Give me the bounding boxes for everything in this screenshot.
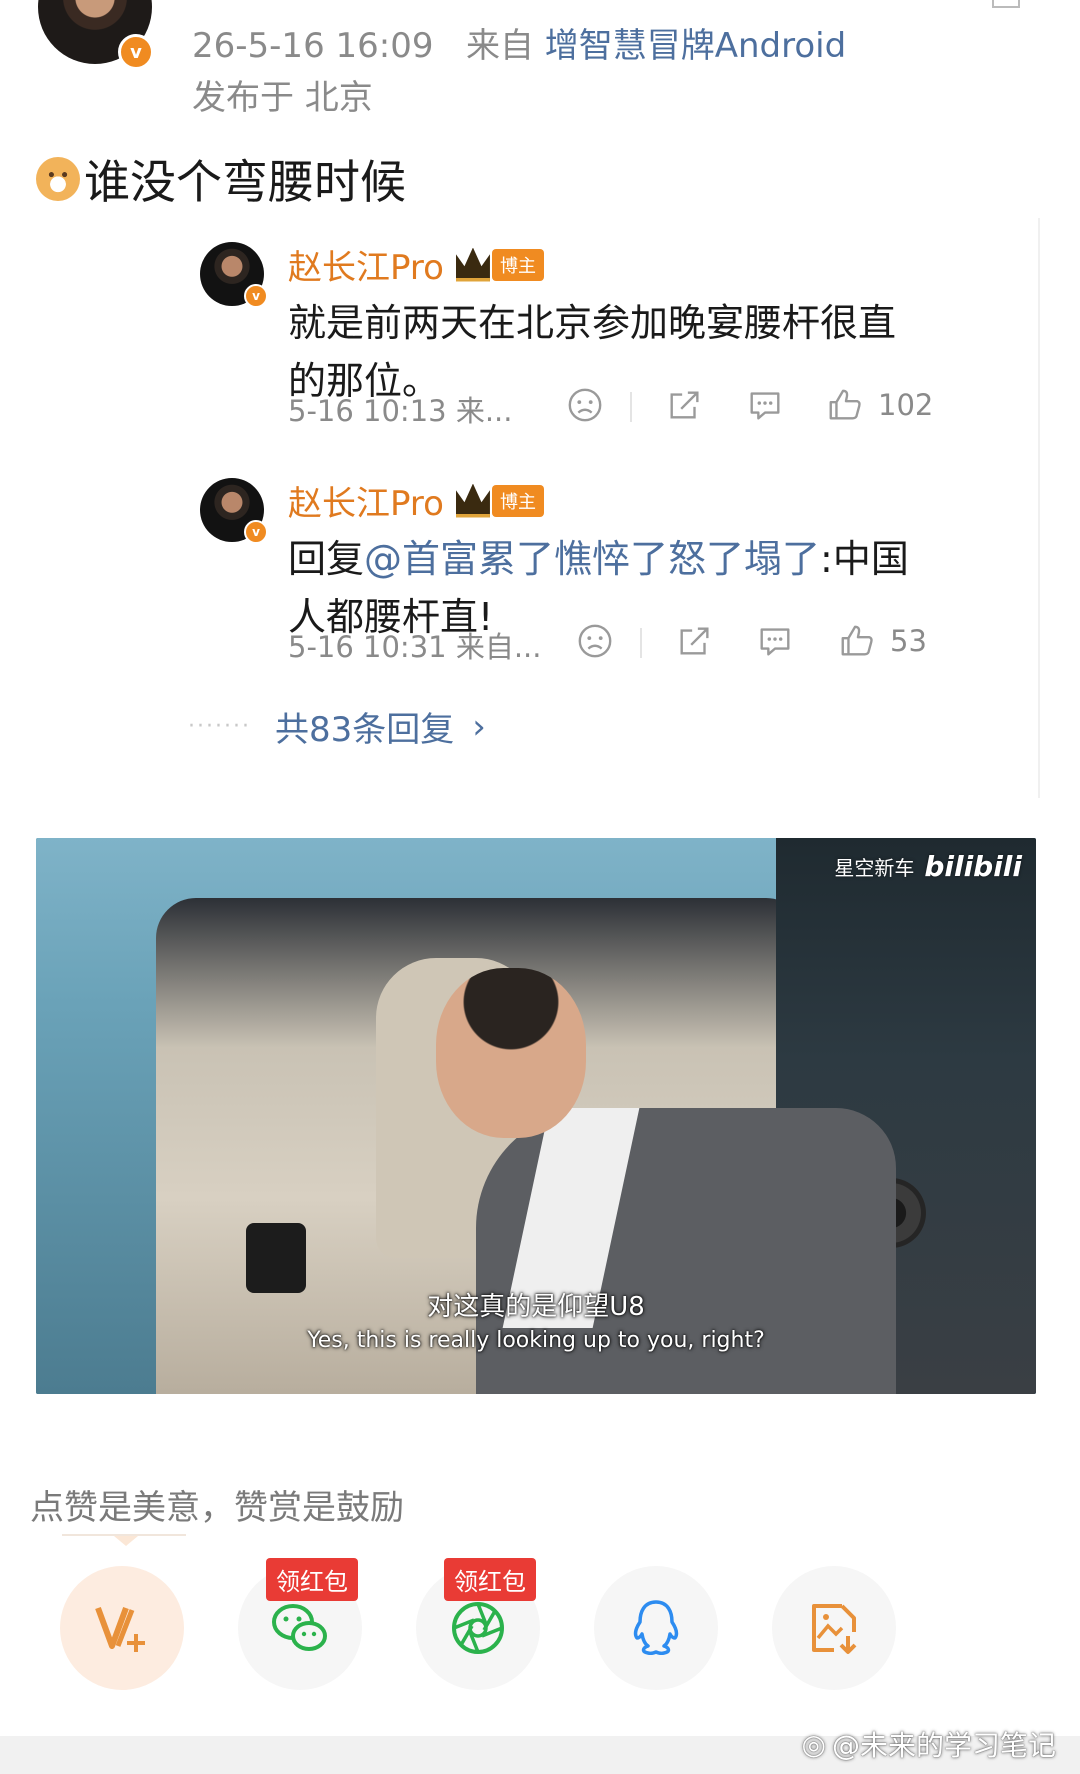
sad-face-icon[interactable] — [576, 622, 614, 660]
weibo-logo-icon: ◎ — [801, 1727, 826, 1761]
post-source-link[interactable]: 增智慧冒牌Android — [545, 26, 846, 66]
thumb-up-icon[interactable] — [838, 622, 876, 660]
post-location: 发布于 北京 — [192, 78, 373, 118]
commenter-name-row: 赵长江Pro 博主 — [288, 476, 544, 525]
comment-time: 5-16 10:31 来自... — [288, 630, 542, 664]
wechat-icon — [272, 1604, 327, 1651]
red-packet-tag: 领红包 — [266, 1558, 358, 1601]
post-text: 谁没个弯腰时候 — [84, 155, 406, 209]
poster-avatar[interactable]: v — [38, 0, 154, 70]
share-icon[interactable] — [666, 386, 704, 424]
weibo-watermark: ◎ @未来的学习笔记 — [802, 1724, 1056, 1764]
blogger-badge: 博主 — [491, 248, 544, 281]
reward-label: 点赞是美意，赞赏是鼓励 — [30, 1488, 404, 1528]
crown-icon — [455, 483, 490, 518]
subtitle-chinese: 对这真的是仰望U8 — [427, 1292, 645, 1322]
cat-emoji-icon — [36, 157, 80, 201]
like-count: 102 — [878, 388, 934, 422]
bookmark-icon[interactable] — [992, 0, 1020, 8]
save-image-button[interactable] — [772, 1566, 896, 1690]
qq-share-button[interactable] — [594, 1566, 718, 1690]
dots-divider: ······· — [188, 714, 251, 739]
bilibili-logo: bilibili — [924, 850, 1022, 883]
v-plus-icon — [95, 1606, 145, 1652]
commenter-avatar[interactable]: v — [200, 242, 268, 308]
post-meta: 26-5-16 16:09 来自 增智慧冒牌Android — [192, 18, 846, 67]
commenter-name[interactable]: 赵长江Pro — [288, 476, 444, 525]
commenter-name[interactable]: 赵长江Pro — [288, 240, 444, 289]
comment-icon[interactable] — [746, 386, 784, 424]
more-replies-link[interactable]: ······· 共83条回复 › — [188, 702, 486, 751]
video-watermark: 星空新车 bilibili — [834, 850, 1022, 883]
caret-icon — [114, 1536, 138, 1546]
reply-prefix: 回复 — [288, 537, 365, 581]
verified-badge-icon: v — [244, 520, 268, 544]
red-packet-tag: 领红包 — [444, 1558, 536, 1601]
comment-footer: 5-16 10:13 来... 102 — [288, 386, 988, 430]
post-image[interactable]: 星空新车 bilibili 对这真的是仰望U8 Yes, this is rea… — [36, 838, 1036, 1394]
post-body: 谁没个弯腰时候 — [36, 146, 406, 212]
mention-link[interactable]: @首富累了憔悴了怒了塌了 — [364, 537, 820, 581]
man-head — [436, 968, 586, 1138]
subtitle-english: Yes, this is really looking up to you, r… — [307, 1328, 765, 1353]
crown-icon — [455, 247, 490, 282]
verified-badge-icon: v — [244, 284, 268, 308]
comment-icon[interactable] — [756, 622, 794, 660]
like-count: 53 — [890, 624, 927, 658]
v-plus-button[interactable] — [60, 1566, 184, 1690]
qq-icon — [633, 1600, 679, 1656]
share-icon[interactable] — [676, 622, 714, 660]
chevron-right-icon: › — [472, 706, 486, 747]
commenter-avatar[interactable]: v — [200, 478, 268, 544]
save-image-icon — [812, 1604, 857, 1654]
moments-icon — [452, 1602, 504, 1654]
more-replies-label: 共83条回复 — [274, 710, 455, 750]
commenter-name-row: 赵长江Pro 博主 — [288, 240, 544, 289]
watermark-text: @未来的学习笔记 — [831, 1729, 1056, 1762]
thumb-up-icon[interactable] — [826, 386, 864, 424]
blogger-badge: 博主 — [491, 484, 544, 517]
comment-footer: 5-16 10:31 来自... 53 — [288, 622, 988, 666]
featured-comments: v 赵长江Pro 博主 就是前两天在北京参加晚宴腰杆很直的那位。 5-16 10… — [180, 218, 1040, 818]
verified-badge-icon: v — [118, 34, 154, 70]
sad-face-icon[interactable] — [566, 386, 604, 424]
cup — [246, 1223, 306, 1293]
comment-time: 5-16 10:13 来... — [288, 394, 513, 428]
post-time: 26-5-16 16:09 — [192, 26, 434, 66]
divider — [630, 392, 632, 422]
watermark-channel: 星空新车 — [834, 856, 915, 880]
post-from-label: 来自 — [465, 26, 534, 66]
divider — [640, 628, 642, 658]
